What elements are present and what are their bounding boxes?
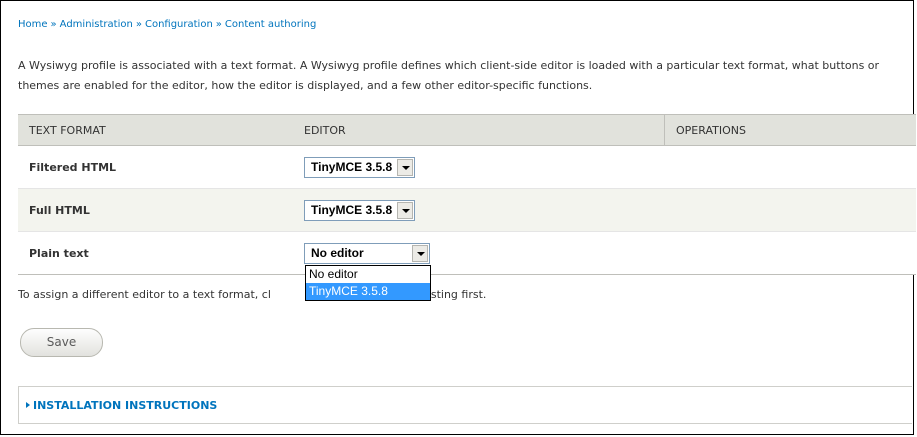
- installation-instructions-fieldset: INSTALLATION INSTRUCTIONS: [18, 386, 912, 424]
- chevron-down-icon[interactable]: [412, 244, 428, 262]
- breadcrumb: Home» Administration» Configuration» Conten…: [18, 19, 316, 30]
- hint-text-before: To assign a different editor to a text f…: [18, 288, 271, 301]
- operations-cell: [664, 188, 916, 232]
- table-row: Filtered HTML TinyMCE 3.5.8: [18, 145, 916, 189]
- breadcrumb-separator: »: [215, 19, 222, 30]
- editor-profiles-table: TEXT FORMAT EDITOR OPERATIONS Filtered H…: [18, 114, 916, 275]
- breadcrumb-content-authoring[interactable]: Content authoring: [225, 19, 316, 30]
- dropdown-option-no-editor[interactable]: No editor: [306, 266, 430, 283]
- table-header-row: TEXT FORMAT EDITOR OPERATIONS: [18, 114, 916, 146]
- save-button[interactable]: Save: [20, 328, 103, 357]
- editor-select-full-html[interactable]: TinyMCE 3.5.8: [304, 199, 416, 221]
- editor-cell: TinyMCE 3.5.8: [293, 145, 665, 189]
- text-format-name: Filtered HTML: [18, 145, 293, 189]
- editor-dropdown-list: No editor TinyMCE 3.5.8: [305, 265, 431, 301]
- breadcrumb-separator: »: [50, 19, 57, 30]
- select-value: TinyMCE 3.5.8: [311, 159, 393, 174]
- select-value: No editor: [311, 245, 364, 260]
- select-value: TinyMCE 3.5.8: [311, 202, 393, 217]
- operations-cell: [664, 231, 916, 275]
- breadcrumb-administration[interactable]: Administration: [60, 19, 133, 30]
- text-format-name: Plain text: [18, 231, 293, 275]
- column-header-text-format: TEXT FORMAT: [18, 114, 293, 146]
- help-text: A Wysiwyg profile is associated with a t…: [18, 59, 880, 92]
- dropdown-option-tinymce[interactable]: TinyMCE 3.5.8: [306, 283, 430, 300]
- column-header-editor: EDITOR: [293, 114, 665, 146]
- editor-select-filtered-html[interactable]: TinyMCE 3.5.8: [304, 156, 416, 178]
- breadcrumb-separator: »: [135, 19, 142, 30]
- breadcrumb-home[interactable]: Home: [18, 19, 48, 30]
- column-header-operations: OPERATIONS: [664, 114, 916, 146]
- installation-instructions-toggle[interactable]: INSTALLATION INSTRUCTIONS: [26, 399, 217, 412]
- editor-select-plain-text[interactable]: No editor: [304, 242, 430, 264]
- triangle-right-icon: [26, 402, 30, 408]
- table-row: Plain text No editor: [18, 231, 916, 275]
- fieldset-legend: INSTALLATION INSTRUCTIONS: [33, 399, 218, 412]
- text-format-name: Full HTML: [18, 188, 293, 232]
- editor-cell: TinyMCE 3.5.8: [293, 188, 665, 232]
- breadcrumb-configuration[interactable]: Configuration: [145, 19, 213, 30]
- chevron-down-icon[interactable]: [397, 158, 414, 176]
- chevron-down-icon[interactable]: [397, 201, 414, 219]
- table-row: Full HTML TinyMCE 3.5.8: [18, 188, 916, 232]
- operations-cell: [664, 145, 916, 189]
